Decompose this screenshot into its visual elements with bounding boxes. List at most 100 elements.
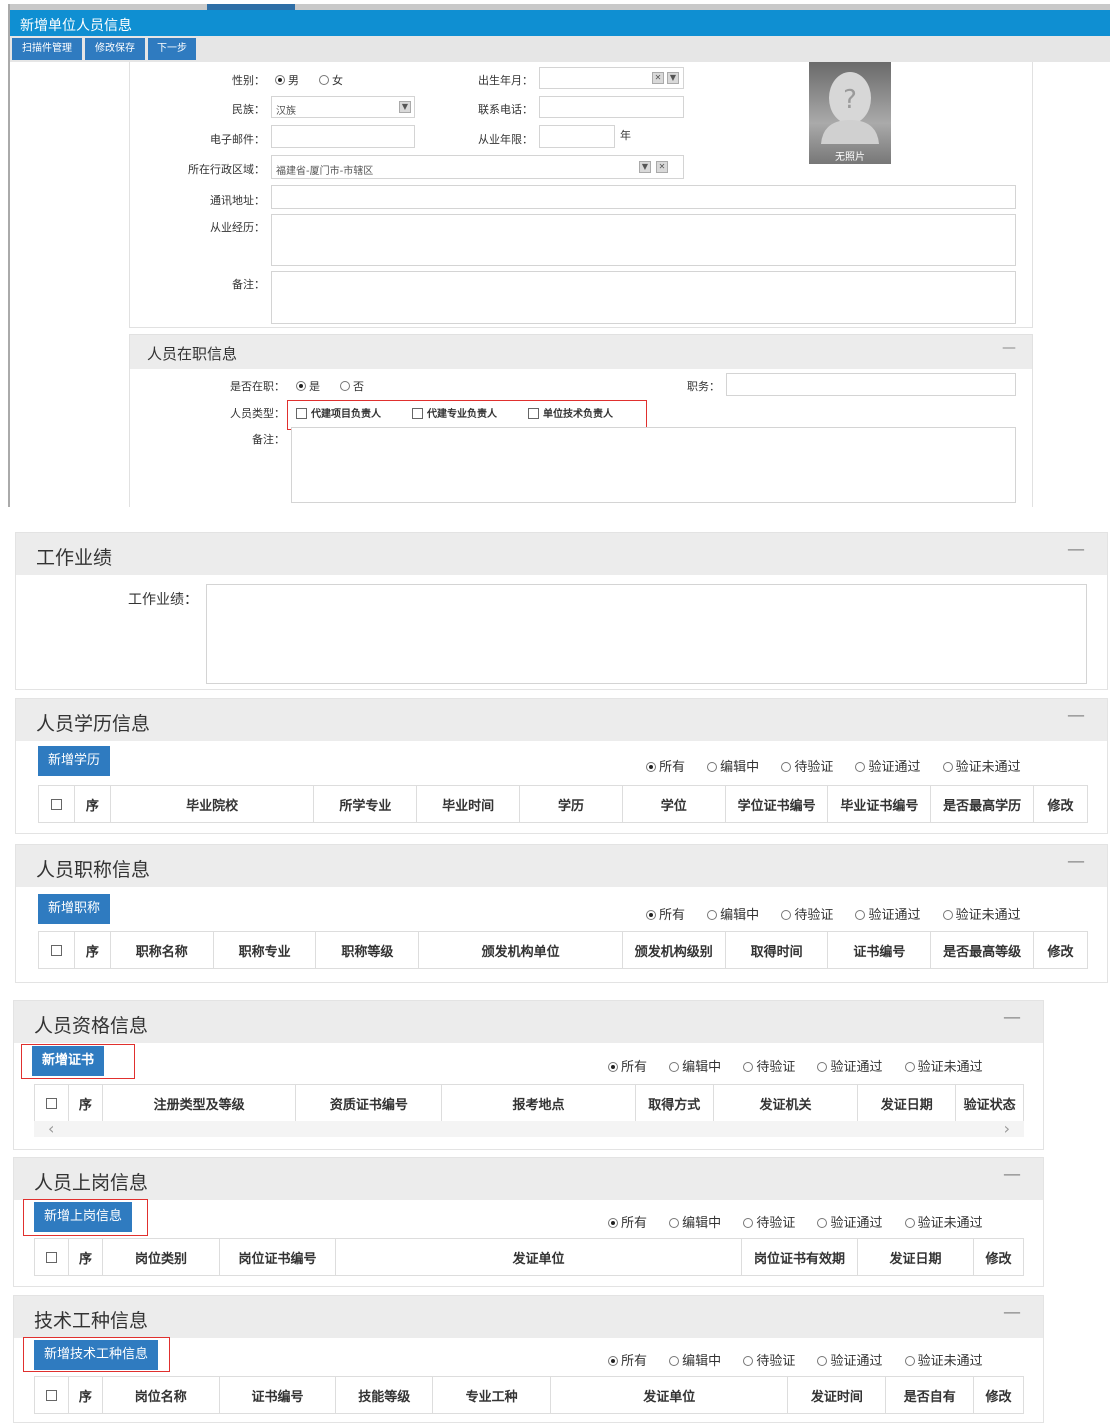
gender-female-radio[interactable]: 女 [319, 72, 343, 88]
email-field[interactable] [271, 125, 415, 148]
col-header: 注册类型及等级 [103, 1085, 297, 1121]
chevron-down-icon[interactable]: ▼ [639, 161, 651, 173]
filter-pending-radio[interactable]: 待验证 [743, 1216, 795, 1231]
filter-passed-radio[interactable]: 验证通过 [817, 1060, 882, 1075]
clear-icon[interactable]: ✕ [656, 161, 668, 173]
filter-all-radio[interactable]: 所有 [608, 1216, 647, 1231]
perf-textarea[interactable] [206, 584, 1087, 684]
save-button[interactable]: 修改保存 [85, 38, 145, 60]
col-header: 岗位证书编号 [220, 1239, 336, 1275]
gender-label: 性别： [232, 74, 265, 87]
col-header: 所学专业 [314, 786, 418, 822]
filter-pending-radio[interactable]: 待验证 [781, 908, 833, 923]
filter-all-radio[interactable]: 所有 [608, 1060, 647, 1075]
filter-editing-radio[interactable]: 编辑中 [669, 1216, 721, 1231]
filter-failed-radio[interactable]: 验证未通过 [942, 760, 1021, 775]
filter-all-radio[interactable]: 所有 [608, 1354, 647, 1369]
employ-title: 人员在职信息 [147, 345, 238, 363]
tech-header[interactable]: 技术工种信息 — [14, 1296, 1043, 1338]
col-header: 颁发机构级别 [623, 932, 726, 968]
active-yes-radio[interactable]: 是 [296, 378, 320, 394]
filter-editing-radio[interactable]: 编辑中 [669, 1354, 721, 1369]
filter-passed-radio[interactable]: 验证通过 [855, 760, 920, 775]
employ-header[interactable]: 人员在职信息 — [130, 335, 1032, 369]
toolbar: 扫描件管理 修改保存 下一步 [10, 36, 1110, 62]
history-textarea[interactable] [271, 214, 1016, 266]
col-header: 修改 [1047, 944, 1074, 960]
years-unit: 年 [620, 129, 631, 142]
active-no-radio[interactable]: 否 [340, 378, 364, 394]
qual-header[interactable]: 人员资格信息 — [14, 1001, 1043, 1043]
remark-textarea[interactable] [271, 271, 1016, 324]
select-all-checkbox[interactable] [35, 1085, 69, 1121]
add-title-button[interactable]: 新增职称 [38, 894, 111, 924]
collapse-icon[interactable]: — [1003, 1007, 1021, 1028]
scan-manage-button[interactable]: 扫描件管理 [12, 38, 82, 60]
select-all-checkbox[interactable] [35, 1239, 69, 1275]
add-education-button[interactable]: 新增学历 [38, 746, 111, 776]
filter-failed-radio[interactable]: 验证未通过 [904, 1354, 983, 1369]
edu-table-header: 序 毕业院校 所学专业 毕业时间 学历 学位 学位证书编号 毕业证书编号 是否最… [38, 785, 1088, 823]
post-header[interactable]: 人员上岗信息 — [14, 1158, 1043, 1200]
collapse-icon[interactable]: — [1003, 1302, 1021, 1323]
post-filters: 所有 编辑中 待验证 验证通过 验证未通过 [608, 1212, 1001, 1231]
filter-pending-radio[interactable]: 待验证 [743, 1060, 795, 1075]
collapse-icon[interactable]: — [1067, 539, 1085, 560]
birth-field[interactable]: ✕ ▼ [539, 67, 684, 89]
scroll-left-icon[interactable]: ‹ [48, 1119, 54, 1138]
filter-all-radio[interactable]: 所有 [646, 908, 685, 923]
tech-filters: 所有 编辑中 待验证 验证通过 验证未通过 [608, 1350, 1001, 1369]
select-all-checkbox[interactable] [39, 786, 75, 822]
scroll-right-icon[interactable]: › [1004, 1119, 1010, 1138]
collapse-icon[interactable]: — [1003, 1164, 1021, 1185]
phone-field[interactable] [539, 96, 684, 118]
chevron-down-icon[interactable]: ▼ [667, 72, 679, 84]
filter-pending-radio[interactable]: 待验证 [743, 1354, 795, 1369]
address-field[interactable] [271, 185, 1016, 209]
filter-failed-radio[interactable]: 验证未通过 [904, 1216, 983, 1231]
edu-header[interactable]: 人员学历信息 — [16, 699, 1107, 741]
page-header: 新增单位人员信息 [10, 10, 1110, 36]
filter-editing-radio[interactable]: 编辑中 [707, 908, 759, 923]
select-all-checkbox[interactable] [35, 1377, 69, 1413]
col-header: 职称等级 [316, 932, 420, 968]
filter-editing-radio[interactable]: 编辑中 [669, 1060, 721, 1075]
horizontal-scrollbar[interactable]: ‹ › [34, 1119, 1024, 1138]
photo-placeholder[interactable]: ? 无照片 [809, 62, 891, 164]
collapse-icon[interactable]: — [1067, 705, 1085, 726]
svg-text:?: ? [843, 85, 857, 115]
employ-remark-label: 备注： [252, 433, 285, 446]
filter-passed-radio[interactable]: 验证通过 [817, 1216, 882, 1231]
perf-header[interactable]: 工作业绩 — [16, 533, 1107, 575]
filter-editing-radio[interactable]: 编辑中 [707, 760, 759, 775]
photo-text: 无照片 [835, 152, 865, 163]
filter-failed-radio[interactable]: 验证未通过 [904, 1060, 983, 1075]
person-silhouette-icon: ? [821, 72, 879, 144]
title-header[interactable]: 人员职称信息 — [16, 845, 1107, 887]
select-all-checkbox[interactable] [39, 932, 75, 968]
col-header: 资质证书编号 [296, 1085, 443, 1121]
clear-icon[interactable]: ✕ [652, 72, 664, 84]
gender-male-radio[interactable]: 男 [275, 72, 299, 88]
filter-all-radio[interactable]: 所有 [646, 760, 685, 775]
filter-pending-radio[interactable]: 待验证 [781, 760, 833, 775]
filter-passed-radio[interactable]: 验证通过 [855, 908, 920, 923]
region-value: 福建省-厦门市-市辖区 [276, 166, 374, 177]
highlight-box [21, 1044, 135, 1079]
employ-remark-textarea[interactable] [291, 427, 1016, 503]
filter-failed-radio[interactable]: 验证未通过 [942, 908, 1021, 923]
collapse-icon[interactable]: — [1067, 851, 1085, 872]
highlight-box [23, 1199, 148, 1236]
col-header: 学位 [623, 786, 726, 822]
filter-passed-radio[interactable]: 验证通过 [817, 1354, 882, 1369]
col-header: 发证单位 [336, 1239, 742, 1275]
qual-table-header: 序 注册类型及等级 资质证书编号 报考地点 取得方式 发证机关 发证日期 验证状… [34, 1084, 1024, 1122]
next-step-button[interactable]: 下一步 [148, 38, 196, 60]
region-select[interactable]: 福建省-厦门市-市辖区 ▼ ✕ [271, 155, 684, 179]
col-header: 序 [75, 932, 111, 968]
ethnic-select[interactable]: 汉族 ▼ [271, 96, 415, 118]
years-field[interactable] [539, 125, 615, 148]
chevron-down-icon[interactable]: ▼ [399, 101, 411, 113]
collapse-icon[interactable]: — [1002, 340, 1016, 356]
position-field[interactable] [726, 373, 1016, 396]
